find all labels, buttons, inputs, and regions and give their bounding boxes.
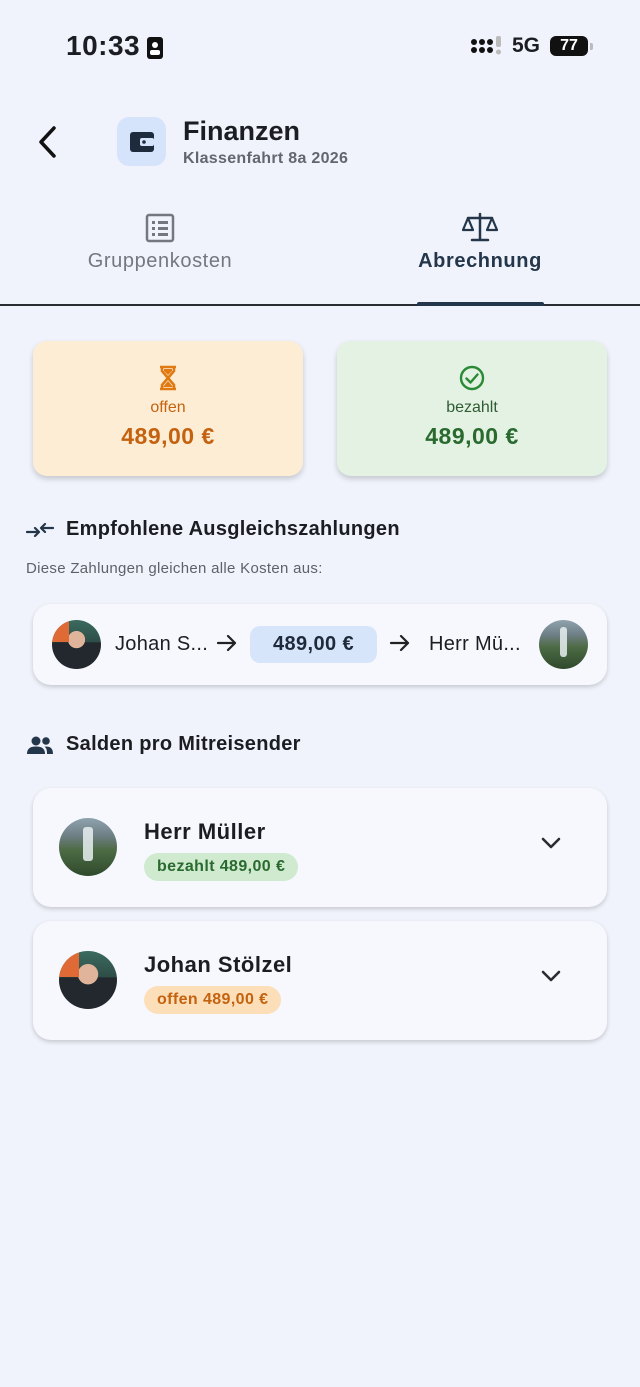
payment-amount-chip: 489,00 € xyxy=(250,626,377,663)
network-type: 5G xyxy=(511,34,540,57)
status-badge: offen 489,00 € xyxy=(144,986,282,1014)
summary-open-label: offen xyxy=(150,399,186,416)
chevron-left-icon xyxy=(39,126,56,158)
arrow-right-icon xyxy=(216,632,238,660)
avatar-mueller xyxy=(539,620,588,669)
status-badge: bezahlt 489,00 € xyxy=(144,853,299,881)
people-icon xyxy=(27,736,53,754)
wallet-badge xyxy=(117,117,166,166)
payments-section-description: Diese Zahlungen gleichen alle Kosten aus… xyxy=(26,560,323,577)
summary-paid-amount: 489,00 € xyxy=(425,423,519,449)
status-indicators: 5G 77 xyxy=(470,34,593,58)
page-subtitle: Klassenfahrt 8a 2026 xyxy=(183,150,349,167)
payments-section-header: Empfohlene Ausgleichszahlungen xyxy=(26,518,400,541)
scale-icon xyxy=(462,212,498,242)
id-card-icon xyxy=(146,36,164,65)
tab-divider xyxy=(0,304,640,306)
tab-abrechnung[interactable]: Abrechnung xyxy=(380,212,580,273)
tab-gruppenkosten[interactable]: Gruppenkosten xyxy=(60,212,260,273)
balances-section-title: Salden pro Mitreisender xyxy=(66,733,301,755)
payment-to-name: Herr Mü... xyxy=(429,633,521,655)
signal-icon xyxy=(470,36,501,55)
summary-open-amount: 489,00 € xyxy=(121,423,215,449)
payments-section-title: Empfohlene Ausgleichszahlungen xyxy=(66,518,400,540)
person-name: Johan Stölzel xyxy=(144,952,293,977)
balance-card-mueller[interactable]: Herr Müller bezahlt 489,00 € xyxy=(33,788,607,907)
list-icon xyxy=(145,213,175,243)
hourglass-icon xyxy=(158,365,178,391)
wallet-icon xyxy=(129,131,154,152)
avatar-mueller xyxy=(59,818,117,876)
balance-card-johan[interactable]: Johan Stölzel offen 489,00 € xyxy=(33,921,607,1040)
summary-open-card: offen 489,00 € xyxy=(33,341,303,476)
battery-indicator: 77 xyxy=(550,36,593,56)
summary-paid-label: bezahlt xyxy=(446,399,498,416)
avatar-johan xyxy=(59,951,117,1009)
balances-section-header: Salden pro Mitreisender xyxy=(26,733,301,756)
tab-abrechnung-label: Abrechnung xyxy=(418,250,542,272)
tab-gruppenkosten-label: Gruppenkosten xyxy=(87,250,233,272)
arrow-right-icon xyxy=(389,632,411,660)
status-time: 10:33 xyxy=(66,30,141,61)
chevron-down-icon[interactable] xyxy=(541,836,561,855)
tab-active-indicator xyxy=(417,302,544,306)
swap-arrows-icon xyxy=(26,522,54,537)
check-circle-icon xyxy=(459,365,485,391)
person-name: Herr Müller xyxy=(144,819,266,844)
summary-paid-card: bezahlt 489,00 € xyxy=(337,341,607,476)
back-button[interactable] xyxy=(30,122,64,162)
page-title: Finanzen xyxy=(183,116,301,146)
chevron-down-icon[interactable] xyxy=(541,969,561,988)
payment-from-name: Johan S... xyxy=(115,633,209,655)
avatar-johan xyxy=(52,620,101,669)
